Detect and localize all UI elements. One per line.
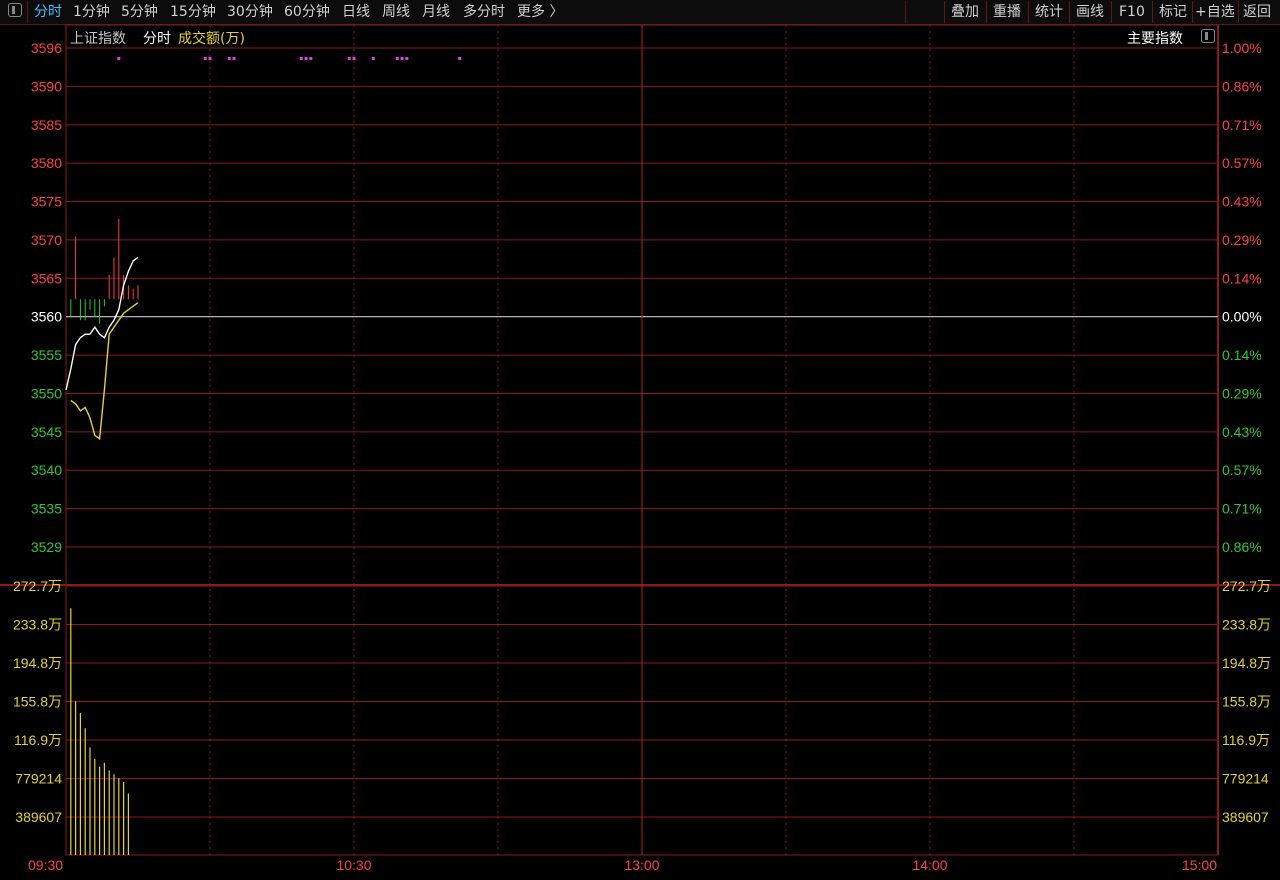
event-marker [371, 57, 375, 60]
event-marker [458, 57, 462, 60]
price-tick-label: 3555 [31, 347, 62, 363]
time-tick-label: 13:00 [624, 857, 659, 873]
percent-tick-label: 0.14% [1222, 347, 1262, 363]
price-tick-label: 3535 [31, 501, 62, 517]
volume-tick-label: 194.8万 [13, 655, 62, 671]
percent-tick-label: 0.71% [1222, 501, 1262, 517]
percent-tick-label: 0.43% [1222, 194, 1262, 210]
event-marker [208, 57, 212, 60]
panel-toggle-icon[interactable] [1201, 29, 1215, 43]
percent-tick-label: 0.86% [1222, 78, 1262, 94]
percent-tick-label: 0.57% [1222, 462, 1262, 478]
time-tick-label: 14:00 [912, 857, 947, 873]
price-tick-label: 3560 [31, 309, 62, 325]
volume-tick-label: 194.8万 [1222, 655, 1271, 671]
price-tick-label: 3570 [31, 232, 62, 248]
major-index-selector[interactable]: 主要指数 [1127, 28, 1183, 48]
volume-tick-label: 116.9万 [1222, 732, 1270, 748]
volume-tick-label: 779214 [15, 771, 62, 787]
event-marker [203, 57, 207, 60]
event-marker [117, 57, 121, 60]
percent-tick-label: 0.00% [1222, 309, 1262, 325]
event-marker [405, 57, 409, 60]
price-tick-label: 3550 [31, 385, 62, 401]
percent-tick-label: 0.57% [1222, 155, 1262, 171]
volume-tick-label: 389607 [15, 809, 62, 825]
time-tick-label: 10:30 [336, 857, 371, 873]
volume-tick-label: 389607 [1222, 809, 1269, 825]
price-tick-label: 3545 [31, 424, 62, 440]
price-tick-label: 3580 [31, 155, 62, 171]
volume-tick-label: 779214 [1222, 771, 1269, 787]
price-tick-label: 3529 [31, 539, 62, 555]
price-tick-label: 3540 [31, 462, 62, 478]
price-tick-label: 3575 [31, 194, 62, 210]
event-marker [352, 57, 356, 60]
mode-label: 分时 [143, 31, 171, 47]
percent-tick-label: 0.71% [1222, 117, 1262, 133]
average-price-line [70, 302, 139, 441]
volume-tick-label: 272.7万 [1222, 578, 1271, 594]
event-marker [347, 57, 351, 60]
price-tick-label: 3565 [31, 270, 62, 286]
percent-tick-label: 0.43% [1222, 424, 1262, 440]
volume-tick-label: 233.8万 [1222, 617, 1271, 633]
percent-tick-label: 0.29% [1222, 385, 1262, 401]
event-marker [299, 57, 303, 60]
time-tick-label: 15:00 [1182, 857, 1217, 873]
percent-tick-label: 0.86% [1222, 539, 1262, 555]
volume-tick-label: 233.8万 [13, 617, 62, 633]
volume-tick-label: 155.8万 [13, 694, 62, 710]
percent-tick-label: 0.29% [1222, 232, 1262, 248]
volume-unit-label: 成交额(万) [178, 31, 245, 47]
volume-tick-label: 116.9万 [14, 732, 62, 748]
price-tick-label: 3590 [31, 78, 62, 94]
index-price-line [65, 256, 139, 391]
volume-tick-label: 272.7万 [13, 578, 62, 594]
event-marker [304, 57, 308, 60]
percent-tick-label: 0.14% [1222, 270, 1262, 286]
event-marker [400, 57, 404, 60]
volume-tick-label: 155.8万 [1222, 694, 1271, 710]
index-name-label: 上证指数 [70, 31, 126, 47]
event-marker [309, 57, 313, 60]
intraday-chart[interactable]: 3596 1.00% 3590 0.86% 3585 0.71% 3580 0.57% 3575… [0, 0, 1280, 880]
event-marker [232, 57, 236, 60]
price-tick-label: 3596 [31, 40, 62, 56]
event-marker [395, 57, 399, 60]
percent-tick-label: 1.00% [1222, 40, 1262, 56]
time-tick-label: 09:30 [28, 857, 63, 873]
event-marker [227, 57, 231, 60]
price-tick-label: 3585 [31, 117, 62, 133]
